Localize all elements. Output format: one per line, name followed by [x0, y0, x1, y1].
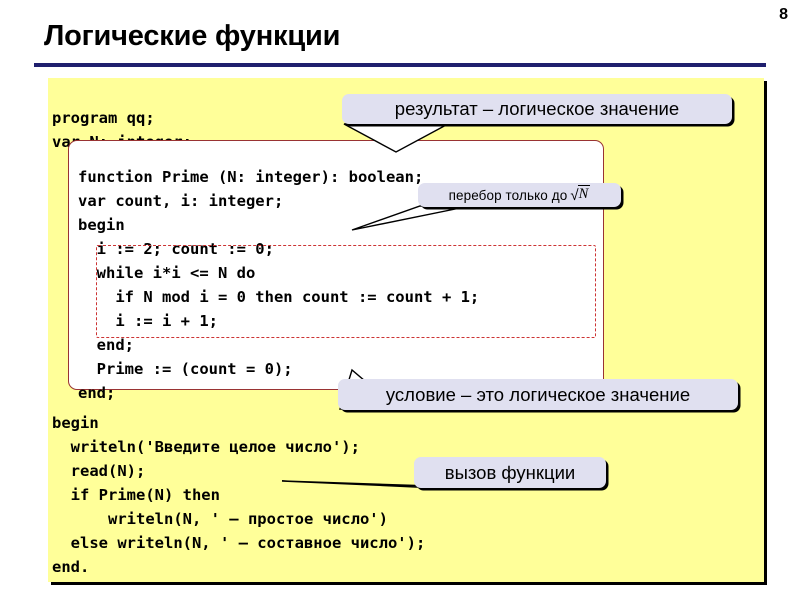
title-divider [34, 63, 766, 67]
callout-sqrt-limit: перебор только до √N [418, 183, 621, 207]
callout-condition: условие – это логическое значение [338, 379, 738, 410]
callout-result-label: результат – логическое значение [394, 98, 680, 119]
page-title: Логические функции [44, 20, 341, 52]
loop-highlight-box [96, 245, 596, 338]
code-block-main: begin writeln('Введите целое число'); re… [52, 413, 426, 576]
sqrt-icon: √N [569, 185, 591, 204]
callout-function-call: вызов функции [414, 457, 606, 488]
callout-sqrt-label: перебор только до [448, 187, 568, 203]
sqrt-argument: N [577, 185, 591, 202]
callout-result: результат – логическое значение [342, 94, 732, 124]
callout-call-label: вызов функции [444, 461, 576, 483]
slide-number: 8 [779, 6, 788, 23]
callout-condition-label: условие – это логическое значение [385, 383, 691, 405]
